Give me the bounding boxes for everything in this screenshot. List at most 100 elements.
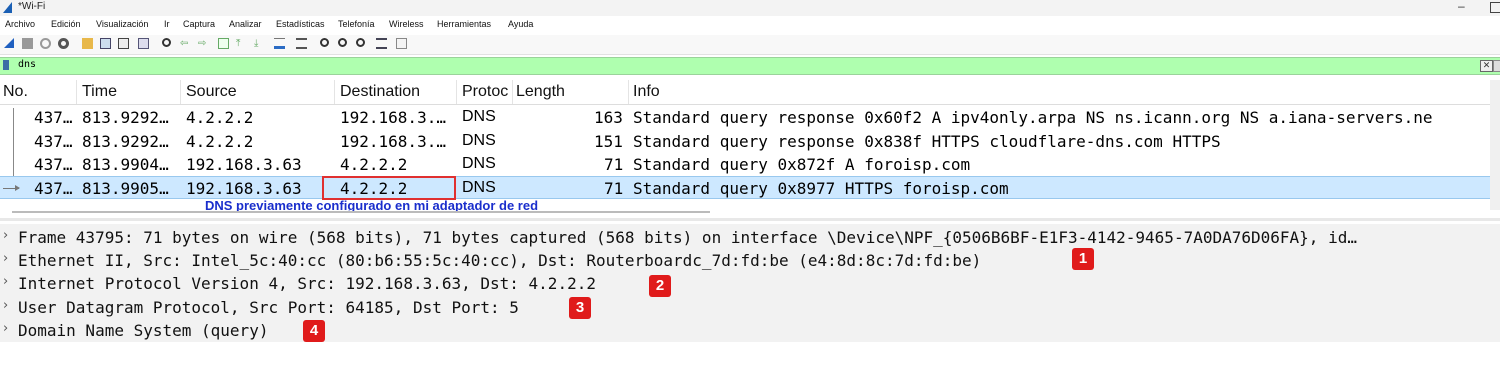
- find-icon[interactable]: [162, 38, 171, 47]
- menu-analizar[interactable]: Analizar: [229, 19, 262, 29]
- cell-source: 4.2.2.2: [186, 132, 254, 151]
- pane-splitter[interactable]: [0, 218, 1500, 221]
- cell-protocol: DNS: [462, 132, 496, 149]
- layout-icon[interactable]: [396, 38, 407, 49]
- go-to-packet-icon[interactable]: [218, 38, 229, 49]
- horizontal-scrollbar[interactable]: [12, 211, 710, 213]
- menu-visualizacion[interactable]: Visualización: [96, 19, 148, 29]
- cell-no: 437…: [34, 155, 73, 174]
- packet-row[interactable]: 437… 813.9904… 192.168.3.63 4.2.2.2 DNS …: [0, 153, 1500, 176]
- go-last-icon[interactable]: ⤓: [254, 38, 265, 49]
- detail-text: User Datagram Protocol, Src Port: 64185,…: [18, 298, 519, 317]
- vertical-scrollbar[interactable]: [1490, 80, 1500, 210]
- maximize-button[interactable]: [1490, 2, 1500, 13]
- column-separator[interactable]: [512, 80, 513, 104]
- close-file-icon[interactable]: [118, 38, 129, 49]
- detail-text: Domain Name System (query): [18, 321, 269, 340]
- save-file-icon[interactable]: [100, 38, 111, 49]
- column-separator[interactable]: [628, 80, 629, 104]
- column-header-destination[interactable]: Destination: [340, 83, 420, 101]
- detail-text: Internet Protocol Version 4, Src: 192.16…: [18, 274, 596, 293]
- zoom-out-icon[interactable]: [338, 38, 347, 47]
- column-header-length[interactable]: Length: [516, 83, 565, 101]
- highlight-destination-box: [322, 176, 456, 200]
- clear-filter-button[interactable]: ✕: [1480, 60, 1493, 72]
- expand-chevron-icon[interactable]: ›: [3, 298, 8, 313]
- detail-dns[interactable]: › Domain Name System (query): [0, 319, 1500, 342]
- packet-details-pane: › Frame 43795: 71 bytes on wire (568 bit…: [0, 224, 1500, 342]
- column-header-protocol[interactable]: Protoc: [462, 83, 510, 101]
- detail-udp[interactable]: › User Datagram Protocol, Src Port: 6418…: [0, 296, 1500, 319]
- menu-wireless[interactable]: Wireless: [389, 19, 424, 29]
- restart-icon[interactable]: [40, 38, 51, 49]
- menu-captura[interactable]: Captura: [183, 19, 215, 29]
- menu-archivo[interactable]: Archivo: [5, 19, 35, 29]
- expand-chevron-icon[interactable]: ›: [3, 228, 8, 243]
- cell-info: Standard query response 0x60f2 A ipv4onl…: [633, 108, 1433, 127]
- cell-length: 71: [604, 179, 624, 198]
- resize-columns-icon[interactable]: [376, 38, 387, 49]
- column-separator[interactable]: [456, 80, 457, 104]
- menu-ayuda[interactable]: Ayuda: [508, 19, 533, 29]
- wireshark-logo-icon: [3, 2, 12, 13]
- detail-ethernet[interactable]: › Ethernet II, Src: Intel_5c:40:cc (80:b…: [0, 249, 1500, 272]
- colorize-icon[interactable]: [296, 38, 307, 49]
- column-header-info[interactable]: Info: [633, 83, 660, 101]
- shark-fin-start-icon[interactable]: [4, 38, 14, 48]
- zoom-reset-icon[interactable]: [356, 38, 365, 47]
- cell-source: 192.168.3.63: [186, 155, 302, 174]
- cell-info: Standard query 0x872f A foroisp.com: [633, 155, 971, 174]
- minimize-button[interactable]: –: [1458, 0, 1465, 13]
- go-first-icon[interactable]: ⤒: [236, 38, 247, 49]
- cell-no: 437…: [34, 132, 73, 151]
- detail-ipv4[interactable]: › Internet Protocol Version 4, Src: 192.…: [0, 272, 1500, 295]
- menu-estadisticas[interactable]: Estadísticas: [276, 19, 325, 29]
- column-separator[interactable]: [180, 80, 181, 104]
- menu-ir[interactable]: Ir: [164, 19, 170, 29]
- expand-chevron-icon[interactable]: ›: [3, 321, 8, 336]
- menu-edicion[interactable]: Edición: [51, 19, 81, 29]
- zoom-in-icon[interactable]: [320, 38, 329, 47]
- title-bar: *Wi-Fi –: [0, 0, 1500, 16]
- stop-icon[interactable]: [22, 38, 33, 49]
- column-separator[interactable]: [334, 80, 335, 104]
- cell-source: 192.168.3.63: [186, 179, 302, 198]
- cell-destination: 192.168.3.…: [340, 132, 446, 151]
- open-file-icon[interactable]: [82, 38, 93, 49]
- go-back-icon[interactable]: ⇦: [180, 38, 191, 49]
- column-header-no[interactable]: No.: [3, 83, 28, 101]
- column-header-source[interactable]: Source: [186, 83, 237, 101]
- reload-icon[interactable]: [138, 38, 149, 49]
- cell-length: 151: [594, 132, 623, 151]
- bookmark-icon[interactable]: [3, 60, 9, 70]
- cell-no: 437…: [34, 179, 73, 198]
- packet-list-header: No. Time Source Destination Protoc Lengt…: [0, 80, 1500, 105]
- menu-telefonia[interactable]: Telefonía: [338, 19, 375, 29]
- cell-length: 163: [594, 108, 623, 127]
- detail-frame[interactable]: › Frame 43795: 71 bytes on wire (568 bit…: [0, 226, 1500, 249]
- apply-filter-button[interactable]: [1493, 60, 1500, 72]
- packet-row-selected[interactable]: 437… 813.9905… 192.168.3.63 4.2.2.2 DNS …: [0, 176, 1500, 199]
- detail-text: Ethernet II, Src: Intel_5c:40:cc (80:b6:…: [18, 251, 982, 270]
- menu-herramientas[interactable]: Herramientas: [437, 19, 491, 29]
- cell-info: Standard query response 0x838f HTTPS clo…: [633, 132, 1221, 151]
- display-filter-bar[interactable]: dns ✕: [0, 57, 1500, 75]
- window-title: *Wi-Fi: [18, 1, 46, 12]
- packet-row[interactable]: 437… 813.9292… 4.2.2.2 192.168.3.… DNS 1…: [0, 130, 1500, 153]
- cell-info: Standard query 0x8977 HTTPS foroisp.com: [633, 179, 1009, 198]
- go-forward-icon[interactable]: ⇨: [198, 38, 209, 49]
- selected-packet-arrow-icon: [3, 185, 20, 191]
- annotation-badge-4: 4: [303, 320, 325, 342]
- expand-chevron-icon[interactable]: ›: [3, 251, 8, 266]
- column-header-time[interactable]: Time: [82, 83, 117, 101]
- cell-time: 813.9292…: [82, 108, 169, 127]
- autoscroll-icon[interactable]: [274, 38, 285, 49]
- packet-row[interactable]: 437… 813.9292… 4.2.2.2 192.168.3.… DNS 1…: [0, 106, 1500, 129]
- expand-chevron-icon[interactable]: ›: [3, 274, 8, 289]
- packet-bytes-pane: [0, 343, 1500, 380]
- cell-time: 813.9904…: [82, 155, 169, 174]
- display-filter-input[interactable]: dns: [18, 59, 36, 70]
- cell-destination: 4.2.2.2: [340, 155, 408, 174]
- capture-options-icon[interactable]: [58, 38, 69, 49]
- column-separator[interactable]: [76, 80, 77, 104]
